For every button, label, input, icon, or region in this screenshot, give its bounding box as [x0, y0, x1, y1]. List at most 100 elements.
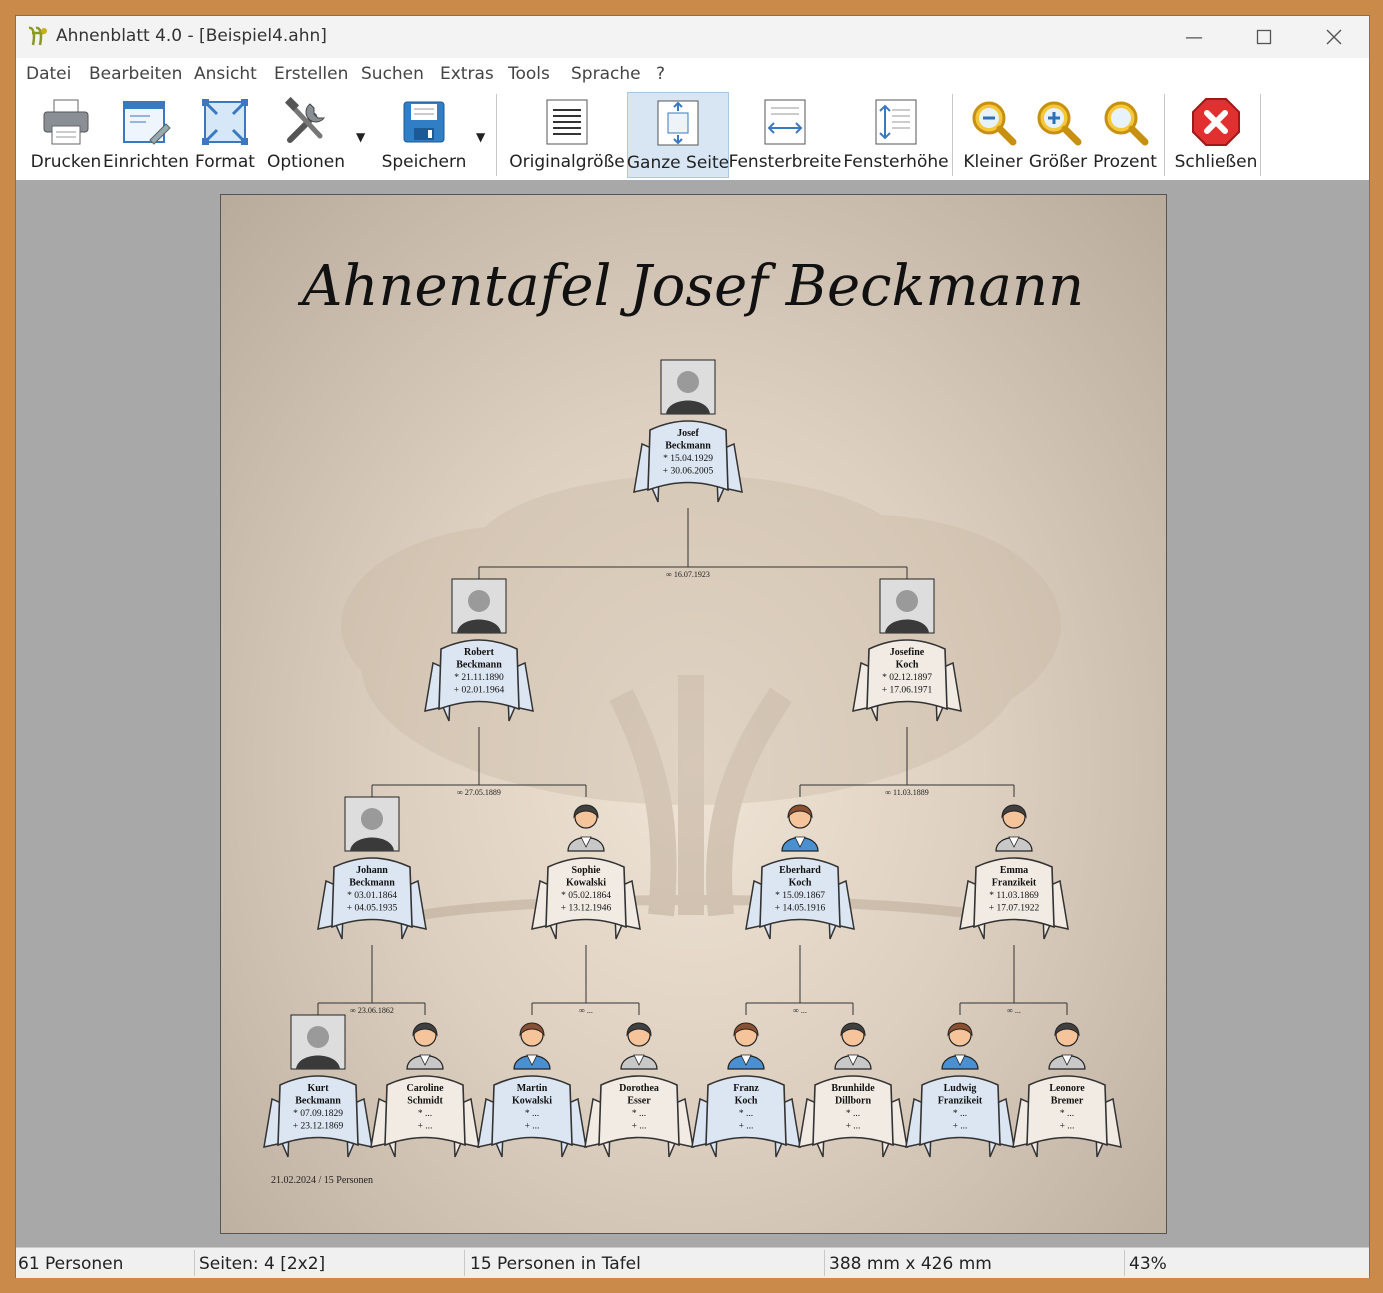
person-last-name: Dillborn [835, 1096, 872, 1107]
menu-extras[interactable]: Extras [440, 64, 494, 84]
menu-sprache[interactable]: Sprache [571, 64, 641, 84]
options-button[interactable]: Optionen [266, 92, 346, 176]
person-first-name: Sophie [572, 865, 601, 876]
close-window-button[interactable] [1299, 16, 1369, 58]
person-last-name: Koch [735, 1096, 758, 1107]
save-button[interactable]: Speichern [382, 92, 466, 176]
person-last-name: Beckmann [665, 441, 711, 452]
menu-tools[interactable]: Tools [508, 64, 550, 84]
window-width-label: Fensterbreite [728, 152, 842, 172]
person-first-name: Ludwig [944, 1083, 977, 1094]
menu-erstellen[interactable]: Erstellen [274, 64, 348, 84]
page-setup-icon [123, 101, 171, 145]
female-avatar-icon [995, 804, 1033, 852]
person-card[interactable]: Caroline Schmidt * ... + ... [370, 1022, 480, 1158]
original-size-label: Originalgröße [509, 152, 625, 172]
person-death: + ... [418, 1122, 433, 1132]
person-card[interactable]: Josef Beckmann * 15.04.1929 + 30.06.2005 [633, 359, 743, 503]
male-avatar-icon [941, 1022, 979, 1070]
status-persons: 61 Personen [18, 1254, 124, 1274]
zoom-in-button[interactable]: Größer [1028, 92, 1088, 176]
zoom-percent-button[interactable]: Prozent [1092, 92, 1158, 176]
portrait-photo [344, 796, 400, 852]
window-height-button[interactable]: Fensterhöhe [843, 92, 949, 176]
person-death: + 23.12.1869 [293, 1122, 344, 1132]
close-preview-label: Schließen [1174, 152, 1258, 172]
person-first-name: Josef [677, 428, 699, 439]
person-death: + 13.12.1946 [561, 904, 612, 914]
magnifier-icon [1104, 101, 1149, 146]
male-avatar-icon [781, 804, 819, 852]
person-birth: * ... [739, 1109, 753, 1119]
person-birth: * ... [1060, 1109, 1074, 1119]
menu-suchen[interactable]: Suchen [361, 64, 424, 84]
male-avatar-icon [727, 1022, 765, 1070]
status-bar: 61 Personen Seiten: 4 [2x2] 15 Personen … [16, 1247, 1369, 1278]
minimize-icon: — [1185, 26, 1203, 48]
close-preview-button[interactable]: Schließen [1174, 92, 1258, 176]
person-card[interactable]: Johann Beckmann * 03.01.1864 + 04.05.1935 [317, 796, 427, 940]
zoom-percent-label: Prozent [1093, 152, 1157, 172]
person-card[interactable]: Eberhard Koch * 15.09.1867 + 14.05.1916 [745, 804, 855, 940]
toolbar-separator [496, 94, 497, 176]
person-card[interactable]: Emma Franzikeit * 11.03.1869 + 17.07.1922 [959, 804, 1069, 940]
portrait-photo [451, 578, 507, 634]
person-card[interactable]: Dorothea Esser * ... + ... [584, 1022, 694, 1158]
person-card[interactable]: Brunhilde Dillborn * ... + ... [798, 1022, 908, 1158]
menu-datei[interactable]: Datei [26, 64, 71, 84]
person-first-name: Robert [464, 647, 495, 658]
person-birth: * 11.03.1869 [989, 891, 1039, 901]
format-label: Format [195, 152, 255, 172]
status-separator [1124, 1250, 1125, 1276]
window-height-label: Fensterhöhe [843, 152, 949, 172]
person-card[interactable]: Sophie Kowalski * 05.02.1864 + 13.12.1946 [531, 804, 641, 940]
chart-footer: 21.02.2024 / 15 Personen [271, 1175, 373, 1186]
person-death: + 14.05.1916 [775, 904, 826, 914]
status-separator [824, 1250, 825, 1276]
format-button[interactable]: Format [188, 92, 262, 176]
person-last-name: Bremer [1051, 1096, 1084, 1107]
menu-help[interactable]: ? [656, 64, 665, 84]
person-card[interactable]: Leonore Bremer * ... + ... [1012, 1022, 1122, 1158]
portrait-photo [879, 578, 935, 634]
person-card[interactable]: Ludwig Franzikeit * ... + ... [905, 1022, 1015, 1158]
family-tree-chart: Ahnentafel Josef Beckmann ∞ 16.07.1923 ∞ … [263, 254, 1122, 1186]
preview-area: Ahnentafel Josef Beckmann ∞ 16.07.1923 ∞ … [16, 180, 1369, 1247]
person-card[interactable]: Franz Koch * ... + ... [691, 1022, 801, 1158]
options-dropdown-icon[interactable]: ▼ [356, 130, 365, 144]
maximize-button[interactable] [1229, 16, 1299, 58]
status-size: 388 mm x 426 mm [829, 1254, 992, 1274]
zoom-in-label: Größer [1028, 152, 1088, 172]
person-card[interactable]: Martin Kowalski * ... + ... [477, 1022, 587, 1158]
menu-ansicht[interactable]: Ansicht [194, 64, 257, 84]
window-width-button[interactable]: Fensterbreite [729, 92, 841, 176]
zoom-out-label: Kleiner [963, 152, 1023, 172]
whole-page-button[interactable]: Ganze Seite [627, 92, 729, 178]
person-death: + ... [525, 1122, 540, 1132]
original-size-button[interactable]: Originalgröße [509, 92, 625, 176]
person-last-name: Koch [789, 878, 812, 889]
person-first-name: Kurt [307, 1083, 329, 1094]
print-button[interactable]: Drucken [26, 92, 106, 176]
minimize-button[interactable]: — [1159, 16, 1229, 58]
male-avatar-icon [513, 1022, 551, 1070]
person-card[interactable]: Kurt Beckmann * 07.09.1829 + 23.12.1869 [263, 1014, 373, 1158]
person-death: + 02.01.1964 [454, 686, 505, 696]
setup-button[interactable]: Einrichten [103, 92, 189, 176]
options-label: Optionen [267, 152, 345, 172]
marriage-date: ∞ ... [579, 1006, 593, 1015]
zoom-out-button[interactable]: Kleiner [963, 92, 1023, 176]
person-birth: * 21.11.1890 [454, 673, 504, 683]
person-birth: * ... [418, 1109, 432, 1119]
female-avatar-icon [1048, 1022, 1086, 1070]
menu-bearbeiten[interactable]: Bearbeiten [89, 64, 182, 84]
menu-bar: Datei Bearbeiten Ansicht Erstellen Suche… [16, 58, 1369, 91]
person-birth: * ... [846, 1109, 860, 1119]
family-connector: ∞ ... [959, 945, 1068, 1015]
marriage-date: ∞ 16.07.1923 [666, 570, 710, 579]
save-dropdown-icon[interactable]: ▼ [476, 130, 485, 144]
female-avatar-icon [567, 804, 605, 852]
female-avatar-icon [620, 1022, 658, 1070]
person-birth: * ... [632, 1109, 646, 1119]
printer-icon [43, 99, 89, 145]
